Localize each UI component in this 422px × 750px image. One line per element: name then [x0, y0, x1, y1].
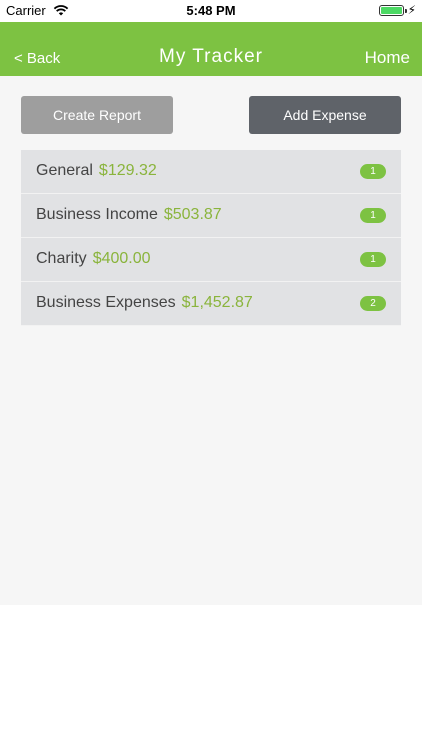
category-row-business-expenses[interactable]: Business Expenses $1,452.87 2	[21, 282, 401, 326]
home-button[interactable]: Home	[365, 48, 410, 68]
count-badge: 1	[360, 208, 386, 223]
category-label: Business Income $503.87	[36, 206, 222, 223]
app-screen: Carrier 5:48 PM ⚡︎ < Back My Tracker Hom…	[0, 0, 422, 750]
category-row-charity[interactable]: Charity $400.00 1	[21, 238, 401, 282]
charging-bolt-icon: ⚡︎	[407, 3, 416, 17]
status-bar: Carrier 5:48 PM ⚡︎	[0, 0, 422, 22]
category-amount: $400.00	[92, 250, 151, 267]
category-label: Business Expenses $1,452.87	[36, 294, 253, 311]
main-content: Create Report Add Expense General $129.32…	[0, 76, 422, 605]
category-amount: $503.87	[163, 206, 222, 223]
category-label: Charity $400.00	[36, 250, 151, 267]
page-title: My Tracker	[159, 46, 263, 67]
category-amount: $1,452.87	[181, 294, 253, 311]
add-expense-button[interactable]: Add Expense	[249, 96, 401, 134]
count-badge: 2	[360, 296, 386, 311]
count-badge: 1	[360, 164, 386, 179]
battery-icon	[379, 5, 407, 16]
category-row-general[interactable]: General $129.32 1	[21, 150, 401, 194]
create-report-button[interactable]: Create Report	[21, 96, 173, 134]
count-badge: 1	[360, 252, 386, 267]
battery-level	[381, 7, 402, 14]
navigation-bar: < Back My Tracker Home	[0, 22, 422, 76]
clock: 5:48 PM	[186, 3, 236, 18]
category-label: General $129.32	[36, 162, 157, 179]
category-amount: $129.32	[98, 162, 157, 179]
category-list: General $129.32 1 Business Income $503.87 …	[21, 150, 401, 326]
category-row-business-income[interactable]: Business Income $503.87 1	[21, 194, 401, 238]
